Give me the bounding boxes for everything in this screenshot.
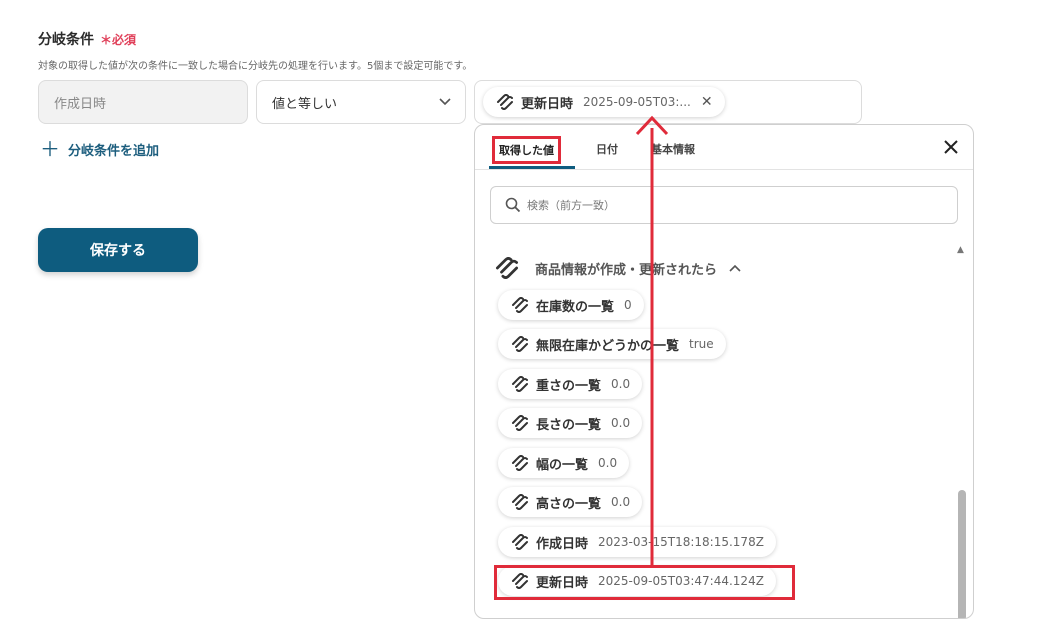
annotation-arrow	[635, 115, 669, 565]
